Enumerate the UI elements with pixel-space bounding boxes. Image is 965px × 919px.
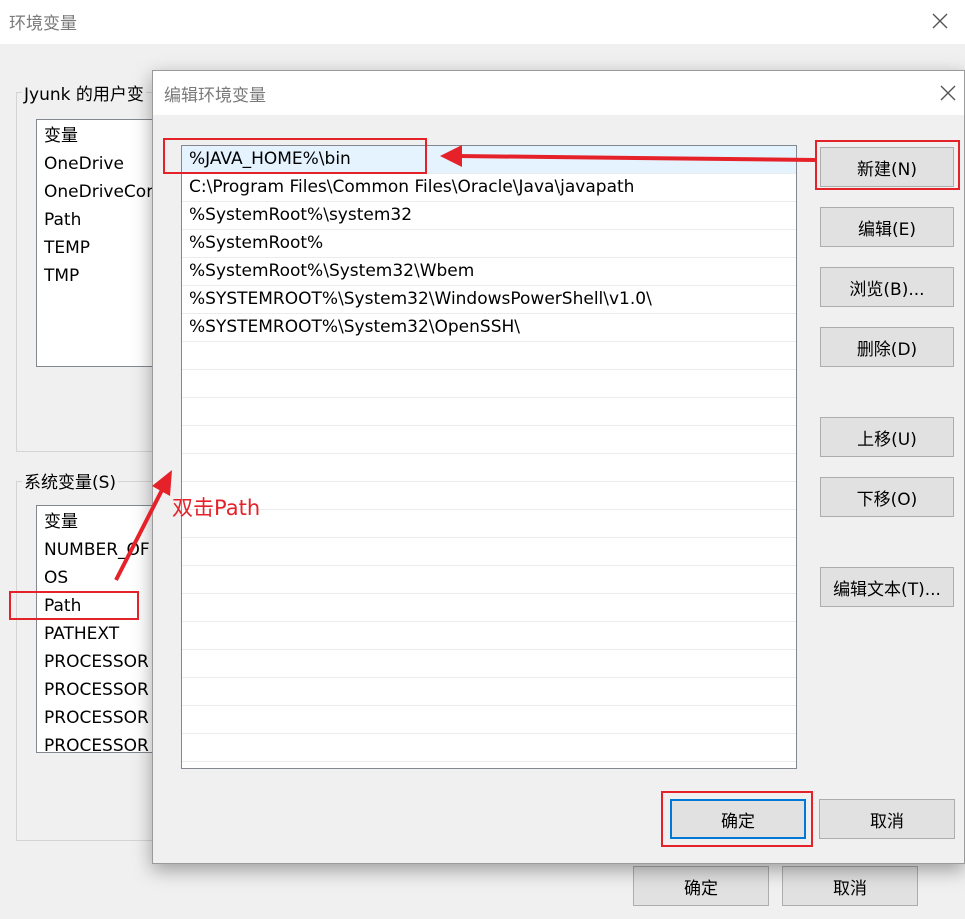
path-entry[interactable]: %SystemRoot% [182,230,796,258]
system-var-item[interactable]: NUMBER_OF [44,536,150,564]
empty-row[interactable] [182,566,796,594]
system-var-item[interactable]: PROCESSOR [44,648,149,676]
user-var-item[interactable]: OneDriveCor [44,178,153,206]
highlight-path-variable [9,591,139,620]
double-click-path-annotation: 双击Path [172,496,261,520]
system-vars-header[interactable]: 变量 [44,508,78,536]
system-var-item[interactable]: PROCESSOR [44,732,149,752]
path-entry[interactable]: %SYSTEMROOT%\System32\WindowsPowerShell\… [182,286,796,314]
user-var-item[interactable]: Path [44,206,81,234]
edit-dialog-close-icon[interactable] [933,78,963,108]
path-entry[interactable]: %SYSTEMROOT%\System32\OpenSSH\ [182,314,796,342]
empty-row[interactable] [182,650,796,678]
empty-row[interactable] [182,342,796,370]
edit-dialog-cancel-button[interactable]: 取消 [819,799,955,839]
system-vars-group-label: 系统变量(S) [22,468,119,493]
system-var-item[interactable]: PROCESSOR [44,704,149,732]
empty-row[interactable] [182,678,796,706]
move-down-button[interactable]: 下移(O) [820,477,954,517]
user-var-item[interactable]: OneDrive [44,150,124,178]
move-up-button[interactable]: 上移(U) [820,417,954,457]
env-vars-cancel-button[interactable]: 取消 [782,866,918,906]
user-vars-header[interactable]: 变量 [44,122,78,150]
empty-row[interactable] [182,622,796,650]
highlight-new-button [815,140,960,190]
path-entry[interactable]: %SystemRoot%\System32\Wbem [182,258,796,286]
delete-button[interactable]: 删除(D) [820,327,954,367]
edit-dialog-title: 编辑环境变量 [164,86,266,106]
path-entries-list[interactable]: %JAVA_HOME%\bin C:\Program Files\Common … [181,145,797,769]
env-vars-window-title: 环境变量 [9,14,77,34]
path-entry[interactable]: %SystemRoot%\system32 [182,202,796,230]
system-var-item[interactable]: PROCESSOR [44,676,149,704]
edit-button[interactable]: 编辑(E) [820,207,954,247]
edit-text-button[interactable]: 编辑文本(T)... [820,567,954,607]
path-entry[interactable]: C:\Program Files\Common Files\Oracle\Jav… [182,174,796,202]
user-var-item[interactable]: TEMP [44,234,90,262]
empty-row[interactable] [182,370,796,398]
empty-row[interactable] [182,594,796,622]
highlight-ok-button [661,791,813,847]
empty-row[interactable] [182,538,796,566]
user-var-item[interactable]: TMP [44,262,79,290]
empty-row[interactable] [182,482,796,510]
empty-row[interactable] [182,454,796,482]
env-vars-titlebar [0,0,965,44]
empty-row[interactable] [182,426,796,454]
edit-dialog-titlebar [153,71,964,115]
env-vars-close-icon[interactable] [925,6,955,36]
env-vars-ok-button[interactable]: 确定 [633,866,769,906]
system-var-item[interactable]: OS [44,564,68,592]
empty-row[interactable] [182,734,796,762]
empty-row[interactable] [182,510,796,538]
highlight-java-home-entry [163,138,427,174]
system-var-item[interactable]: PATHEXT [44,620,119,648]
user-vars-group-label: Jyunk 的用户变 [22,80,146,105]
empty-row[interactable] [182,706,796,734]
browse-button[interactable]: 浏览(B)... [820,267,954,307]
empty-row[interactable] [182,398,796,426]
